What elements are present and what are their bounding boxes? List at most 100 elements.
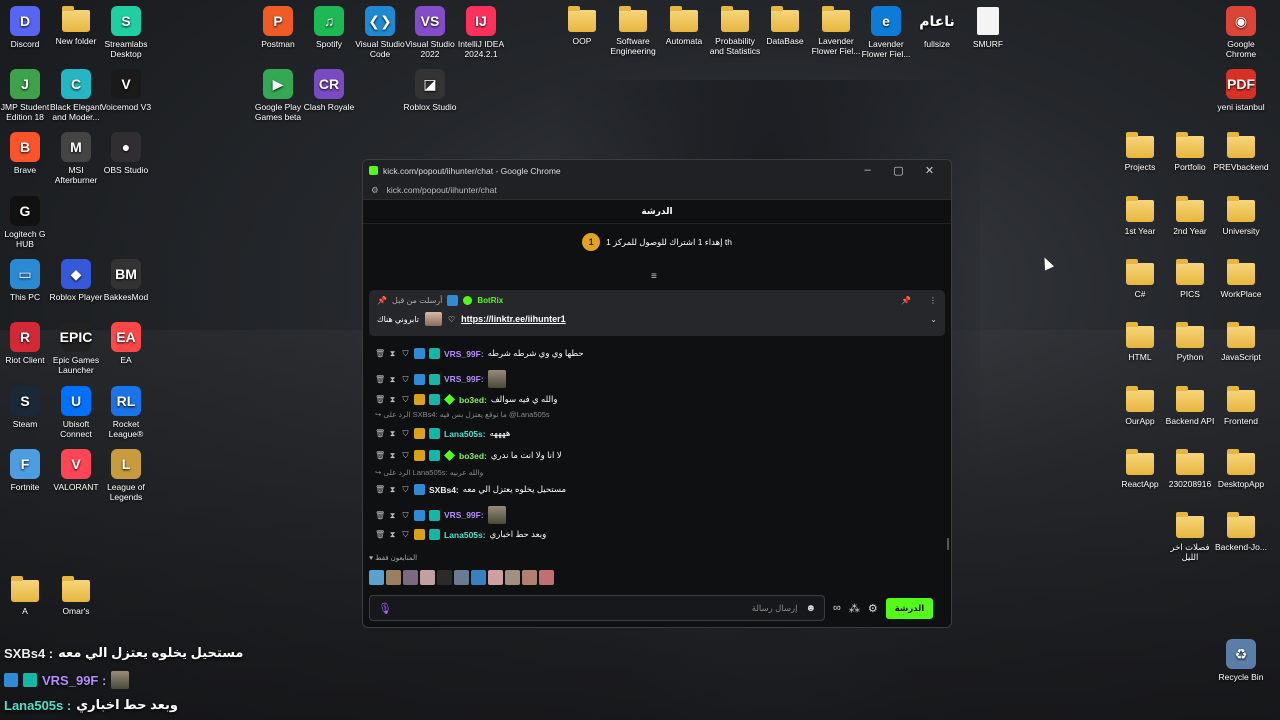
hourglass-icon[interactable]: ⧗ bbox=[388, 395, 397, 404]
shield-icon[interactable]: ⛉ bbox=[401, 451, 410, 460]
desktop-icon[interactable]: ناعام fullsize bbox=[909, 6, 965, 49]
desktop-icon[interactable]: ◉ Google Chrome bbox=[1213, 6, 1269, 59]
desktop-icon[interactable]: Projects bbox=[1112, 132, 1168, 172]
desktop-icon[interactable]: DesktopApp bbox=[1213, 449, 1269, 489]
desktop-icon[interactable]: EA EA bbox=[98, 322, 154, 365]
desktop-icon[interactable]: SMURF bbox=[960, 6, 1016, 49]
title-bar[interactable]: kick.com/popout/iihunter/chat - Google C… bbox=[363, 160, 951, 181]
trash-icon[interactable]: 🗑 bbox=[375, 375, 385, 384]
users-icon[interactable]: ⁂ bbox=[849, 602, 860, 615]
desktop-icon[interactable]: A bbox=[0, 576, 53, 616]
desktop-icon[interactable]: Omar's bbox=[48, 576, 104, 616]
desktop-icon[interactable]: D Discord bbox=[0, 6, 53, 49]
avatar[interactable] bbox=[471, 570, 486, 585]
avatar[interactable] bbox=[403, 570, 418, 585]
minimize-button[interactable]: – bbox=[852, 164, 883, 177]
desktop-icon[interactable]: EPIC Epic Games Launcher bbox=[48, 322, 104, 375]
desktop-icon[interactable]: PDF yeni istanbul bbox=[1213, 69, 1269, 112]
chat-message[interactable]: 🗑 ⧗ ⛉ SXBs4: مستحيل يخلوه يعتزل الي معه bbox=[375, 484, 566, 495]
chat-message[interactable]: 🗑 ⧗ ⛉ Lana505s: ههههه bbox=[375, 428, 510, 439]
desktop-icon[interactable]: ▭ This PC bbox=[0, 259, 53, 302]
trash-icon[interactable]: 🗑 bbox=[375, 511, 385, 520]
desktop-icon[interactable]: Lavender Flower Fiel... bbox=[808, 6, 864, 56]
avatar[interactable] bbox=[505, 570, 520, 585]
close-button[interactable]: ✕ bbox=[914, 164, 945, 177]
chat-message[interactable]: 🗑 ⧗ ⛉ bo3ed: والله ي فيه سوالف bbox=[375, 394, 558, 405]
shield-icon[interactable]: ⛉ bbox=[401, 530, 410, 539]
shield-icon[interactable]: ⛉ bbox=[401, 349, 410, 358]
desktop-icon[interactable]: 230208916 bbox=[1162, 449, 1218, 489]
desktop-icon[interactable]: RL Rocket League® bbox=[98, 386, 154, 439]
desktop-icon[interactable]: PREVbackend bbox=[1213, 132, 1269, 172]
pinned-link[interactable]: https://linktr.ee/iihunter1 bbox=[461, 314, 566, 324]
desktop-icon[interactable]: S Streamlabs Desktop bbox=[98, 6, 154, 59]
username[interactable]: bo3ed: bbox=[459, 451, 487, 461]
desktop-icon[interactable]: ReactApp bbox=[1112, 449, 1168, 489]
avatar[interactable] bbox=[437, 570, 452, 585]
desktop-icon[interactable]: R Riot Client bbox=[0, 322, 53, 365]
desktop-icon[interactable]: e Lavender Flower Fiel... bbox=[858, 6, 914, 59]
shield-icon[interactable]: ⛉ bbox=[401, 375, 410, 384]
avatar[interactable] bbox=[522, 570, 537, 585]
username[interactable]: bo3ed: bbox=[459, 395, 487, 405]
desktop-icon[interactable]: Backend-Jo... bbox=[1213, 512, 1269, 552]
chat-message[interactable]: 🗑 ⧗ ⛉ VRS_99F: bbox=[375, 370, 506, 388]
maximize-button[interactable]: ▢ bbox=[883, 164, 914, 177]
hourglass-icon[interactable]: ⧗ bbox=[388, 530, 397, 539]
desktop-icon[interactable]: DataBase bbox=[757, 6, 813, 46]
desktop-icon[interactable]: B Brave bbox=[0, 132, 53, 175]
desktop-icon[interactable]: فصلات اخر الليل bbox=[1162, 512, 1218, 562]
desktop-icon[interactable]: ♻ Recycle Bin bbox=[1213, 639, 1269, 682]
desktop-icon[interactable]: C Black Elegant and Moder... bbox=[48, 69, 104, 122]
desktop-icon[interactable]: Frontend bbox=[1213, 386, 1269, 426]
chat-message[interactable]: 🗑 ⧗ ⛉ Lana505s: وبعد حط اخباري bbox=[375, 529, 546, 540]
desktop-icon[interactable]: ◪ Roblox Studio bbox=[402, 69, 458, 112]
desktop-icon[interactable]: Backend API bbox=[1162, 386, 1218, 426]
sub-goal-banner[interactable]: 1 إهداء 1 اشتراك للوصول للمركز 1 th bbox=[363, 224, 951, 260]
username[interactable]: Lana505s: bbox=[444, 530, 486, 540]
filter-icon[interactable]: ≡ bbox=[651, 271, 657, 282]
desktop-icon[interactable]: University bbox=[1213, 196, 1269, 236]
desktop-icon[interactable]: ♫ Spotify bbox=[301, 6, 357, 49]
desktop-icon[interactable]: ❮❯ Visual Studio Code bbox=[352, 6, 408, 59]
shield-icon[interactable]: ⛉ bbox=[401, 485, 410, 494]
desktop-icon[interactable]: WorkPlace bbox=[1213, 259, 1269, 299]
send-button[interactable]: الدرشة bbox=[885, 597, 934, 619]
mic-icon[interactable]: 🎙 bbox=[378, 602, 392, 615]
desktop-icon[interactable]: V VALORANT bbox=[48, 449, 104, 492]
desktop-icon[interactable]: 1st Year bbox=[1112, 196, 1168, 236]
unpin-icon[interactable]: 📌 bbox=[901, 296, 911, 305]
username[interactable]: VRS_99F: bbox=[444, 510, 484, 520]
hourglass-icon[interactable]: ⧗ bbox=[388, 429, 397, 438]
desktop-icon[interactable]: PICS bbox=[1162, 259, 1218, 299]
trash-icon[interactable]: 🗑 bbox=[375, 395, 385, 404]
desktop-icon[interactable]: P Postman bbox=[250, 6, 306, 49]
desktop-icon[interactable]: IJ IntelliJ IDEA 2024.2.1 bbox=[453, 6, 509, 59]
site-settings-icon[interactable]: ⚙ bbox=[371, 185, 379, 196]
desktop-icon[interactable]: OurApp bbox=[1112, 386, 1168, 426]
desktop-icon[interactable]: ● OBS Studio bbox=[98, 132, 154, 175]
desktop-icon[interactable]: F Fortnite bbox=[0, 449, 53, 492]
desktop-icon[interactable]: Python bbox=[1162, 322, 1218, 362]
avatar[interactable] bbox=[539, 570, 554, 585]
desktop-icon[interactable]: VS Visual Studio 2022 bbox=[402, 6, 458, 59]
chat-messages[interactable]: ↪ الرد على SXBs4: ما توقع يعتزل بس فيه @… bbox=[369, 338, 945, 548]
avatar[interactable] bbox=[420, 570, 435, 585]
trash-icon[interactable]: 🗑 bbox=[375, 530, 385, 539]
desktop-icon[interactable]: 2nd Year bbox=[1162, 196, 1218, 236]
desktop-icon[interactable]: C# bbox=[1112, 259, 1168, 299]
avatar[interactable] bbox=[454, 570, 469, 585]
address-bar[interactable]: ⚙ kick.com/popout/iihunter/chat bbox=[363, 181, 951, 200]
trash-icon[interactable]: 🗑 bbox=[375, 349, 385, 358]
chat-input[interactable]: 🎙 إرسال رسالة ☻ bbox=[369, 595, 825, 621]
chrome-window[interactable]: kick.com/popout/iihunter/chat - Google C… bbox=[362, 159, 952, 628]
hourglass-icon[interactable]: ⧗ bbox=[388, 451, 397, 460]
desktop-icon[interactable]: S Steam bbox=[0, 386, 53, 429]
chat-message[interactable]: 🗑 ⧗ ⛉ bo3ed: لا انا ولا انت ما ندري bbox=[375, 450, 562, 461]
reply-context[interactable]: ↪ الرد على SXBs4: ما توقع يعتزل بس فيه @… bbox=[375, 410, 550, 419]
viewer-avatars[interactable] bbox=[369, 570, 554, 585]
desktop-icon[interactable]: BM BakkesMod bbox=[98, 259, 154, 302]
desktop-icon[interactable]: ▶ Google Play Games beta bbox=[250, 69, 306, 122]
desktop-icon[interactable]: Portfolio bbox=[1162, 132, 1218, 172]
desktop-icon[interactable]: M MSI Afterburner bbox=[48, 132, 104, 185]
